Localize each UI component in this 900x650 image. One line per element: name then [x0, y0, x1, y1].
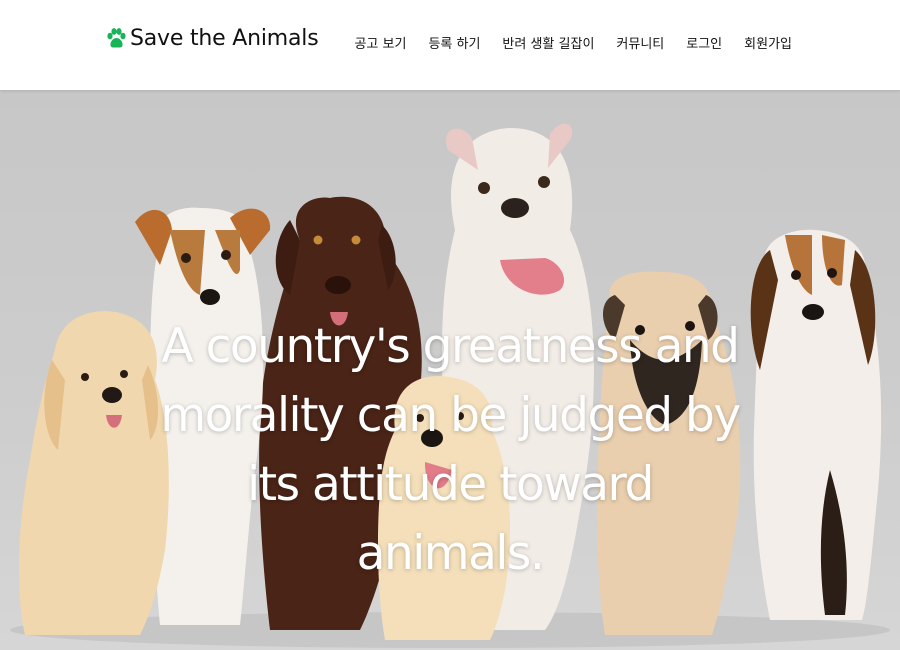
nav-item-register[interactable]: 등록 하기: [428, 33, 480, 52]
hero-quote: A country's greatness and morality can b…: [160, 319, 741, 581]
brand-logo-link[interactable]: Save the Animals: [106, 26, 319, 51]
nav-item-pet-guide[interactable]: 반려 생활 길잡이: [502, 33, 594, 52]
paw-icon: [107, 27, 126, 48]
site-header: Save the Animals 공고 보기 등록 하기 반려 생활 길잡이 커…: [0, 0, 900, 90]
nav-item-community[interactable]: 커뮤니티: [616, 33, 664, 52]
main-nav: 공고 보기 등록 하기 반려 생활 길잡이 커뮤니티 로그인 회원가입: [354, 33, 792, 52]
hero-banner: A country's greatness and morality can b…: [0, 90, 900, 650]
nav-item-notices[interactable]: 공고 보기: [354, 33, 406, 52]
nav-item-login[interactable]: 로그인: [686, 33, 722, 52]
nav-item-signup[interactable]: 회원가입: [744, 33, 792, 52]
brand-name: Save the Animals: [130, 26, 319, 51]
